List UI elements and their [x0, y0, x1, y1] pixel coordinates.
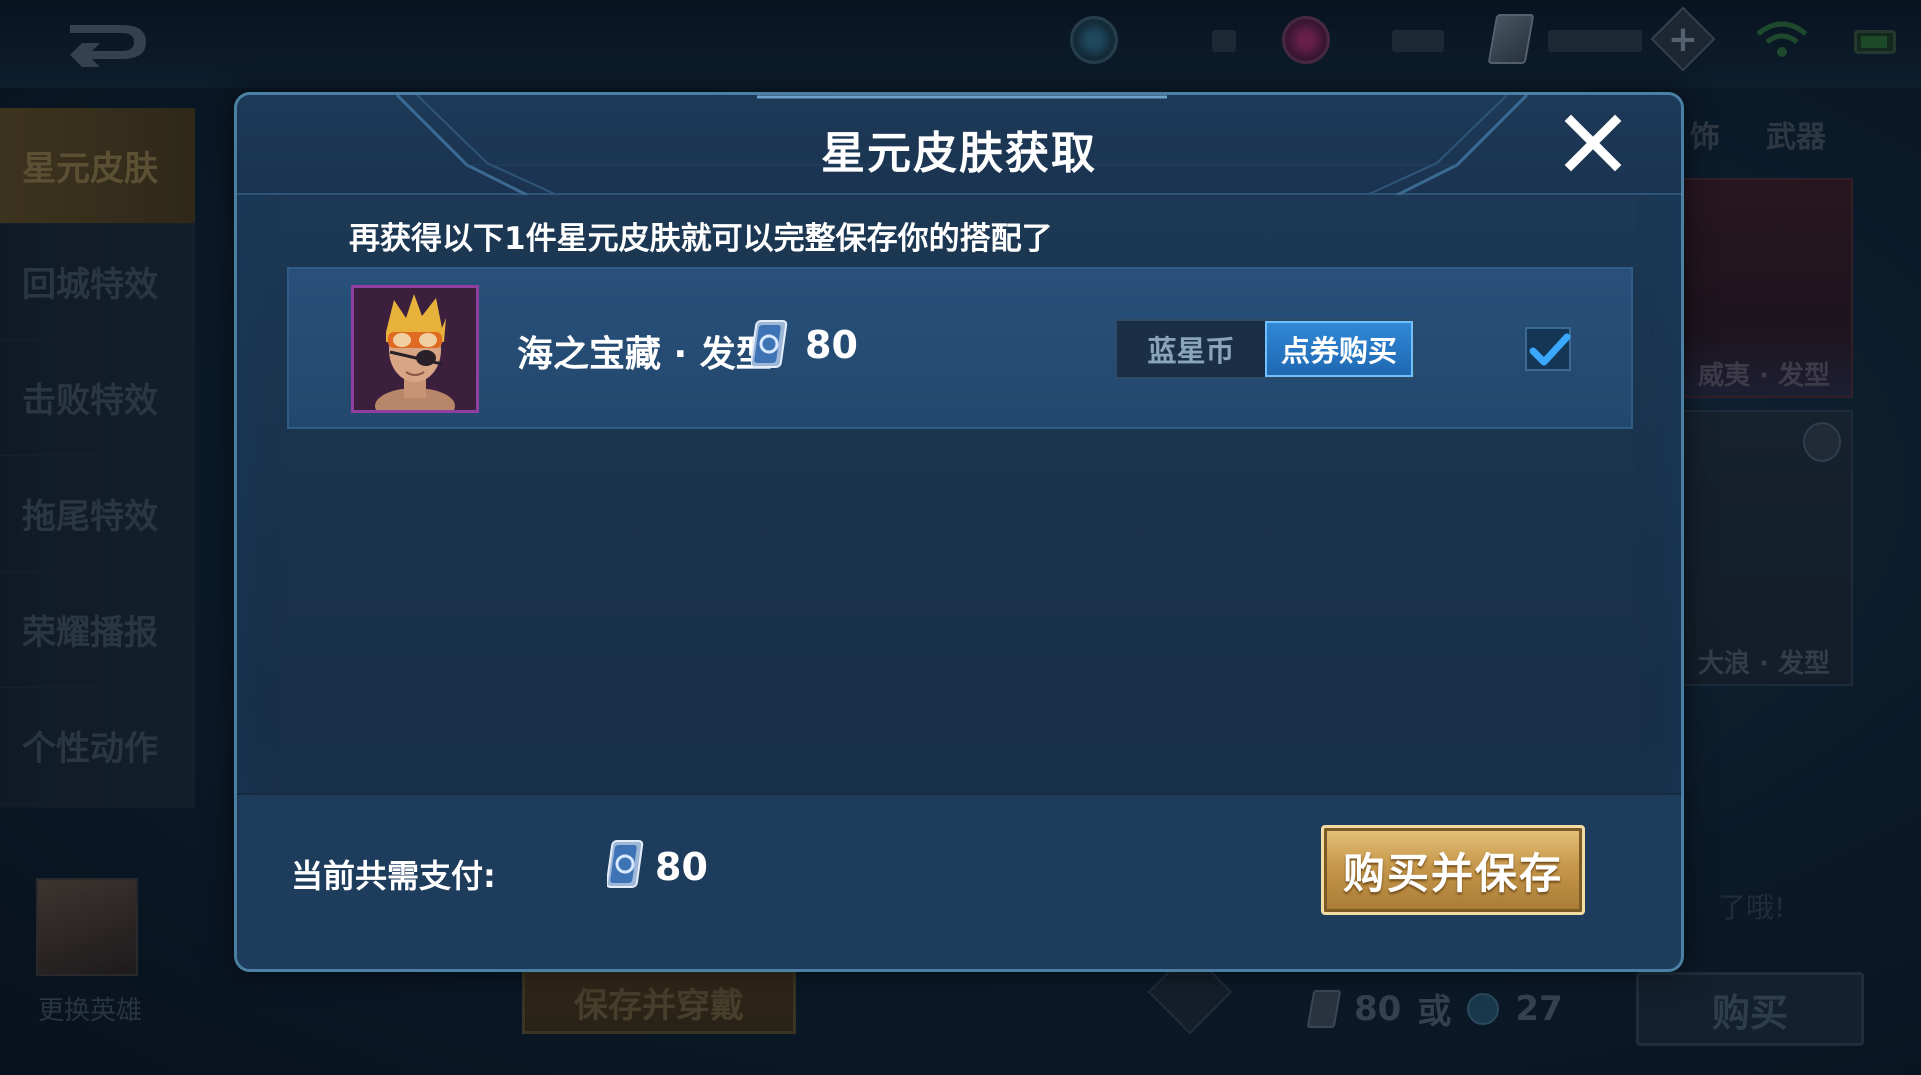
checkmark-icon	[1529, 333, 1571, 366]
skin-item-row: 海之宝藏 · 发型 80 蓝星币 点券购买	[287, 267, 1633, 429]
dialog-header: 星元皮肤获取	[237, 95, 1681, 195]
currency-toggle: 蓝星币 点券购买	[1115, 319, 1415, 379]
acquire-skin-dialog: 星元皮肤获取 再获得以下1件星元皮肤就可以完整保存你的搭配了 海之宝藏 · 发型…	[234, 92, 1684, 972]
option-blue-star-coin[interactable]: 蓝星币	[1117, 321, 1265, 377]
option-voucher-purchase[interactable]: 点券购买	[1264, 321, 1413, 377]
buy-and-save-button[interactable]: 购买并保存	[1321, 825, 1585, 915]
voucher-icon	[751, 320, 788, 368]
voucher-icon	[607, 840, 644, 888]
close-icon[interactable]	[1563, 113, 1623, 173]
skin-price: 80	[805, 323, 858, 367]
skin-name: 海之宝藏 · 发型	[517, 334, 772, 375]
game-screen: + 星元皮肤 回城特效 击败特效 拖尾特效 荣耀播报 个性动作 更换英雄 饰 武…	[0, 0, 1921, 1075]
dialog-subtitle: 再获得以下1件星元皮肤就可以完整保存你的搭配了	[349, 221, 1053, 257]
select-checkbox[interactable]	[1525, 327, 1571, 371]
dialog-title: 星元皮肤获取	[821, 128, 1097, 179]
total-label: 当前共需支付:	[291, 857, 496, 895]
skin-thumbnail	[351, 285, 479, 413]
total-price: 80	[655, 845, 708, 889]
dialog-footer: 当前共需支付: 80 购买并保存	[237, 793, 1681, 969]
